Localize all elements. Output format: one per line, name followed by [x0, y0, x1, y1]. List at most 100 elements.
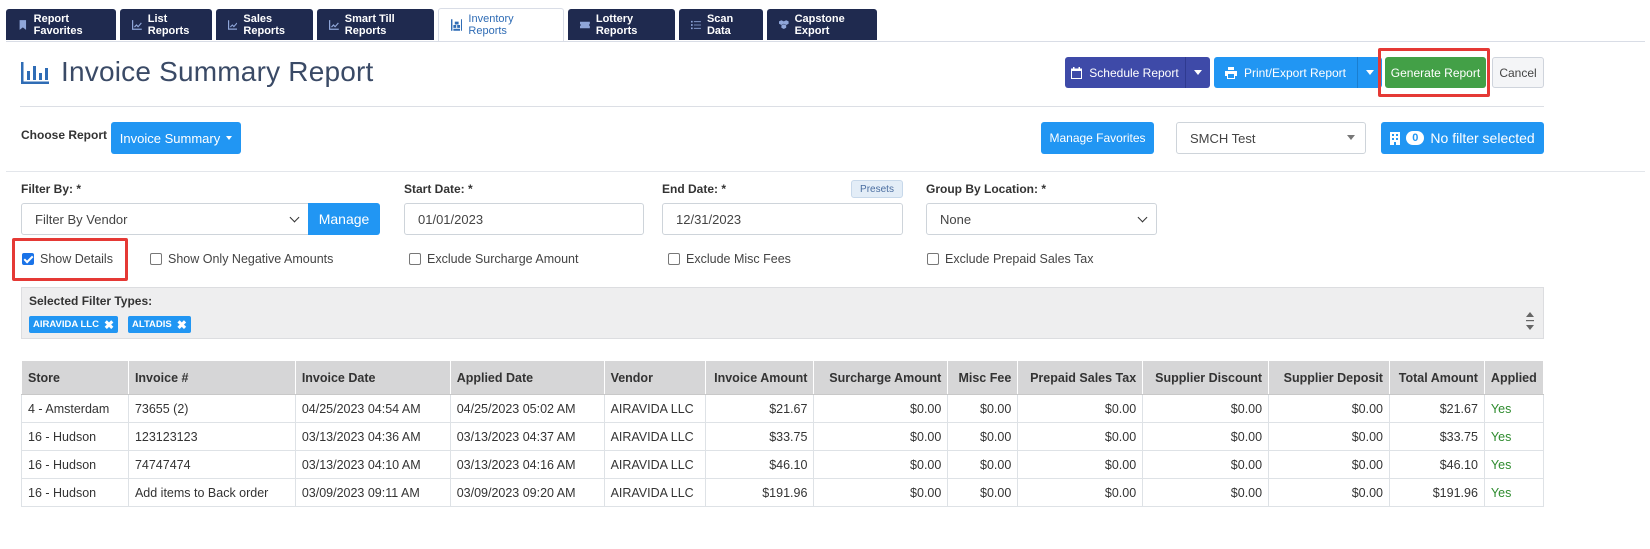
- misc-fee-cell: $0.00: [947, 394, 1019, 423]
- ticket-icon: [580, 21, 590, 28]
- column-header[interactable]: Misc Fee: [947, 360, 1019, 395]
- show-details-checkbox[interactable]: Show Details: [22, 252, 113, 266]
- invoice-amount-cell: $21.67: [704, 394, 815, 423]
- building-icon: [1390, 131, 1401, 145]
- table-row[interactable]: 16 - Hudson 123123123 03/13/2023 04:36 A…: [21, 422, 1545, 451]
- supplier-deposit-cell: $0.00: [1268, 422, 1390, 451]
- vendor-cell: AIRAVIDA LLC: [603, 478, 706, 507]
- tab-inventory-reports[interactable]: Inventory Reports: [438, 8, 564, 41]
- start-date-value: 01/01/2023: [418, 211, 484, 227]
- location-filter-button[interactable]: 0 No filter selected: [1381, 122, 1544, 154]
- vendor-cell: AIRAVIDA LLC: [603, 394, 706, 423]
- column-header[interactable]: Vendor: [603, 360, 706, 395]
- supplier-deposit-cell: $0.00: [1268, 394, 1390, 423]
- column-header[interactable]: Invoice Amount: [704, 360, 815, 395]
- supplier-discount-cell: $0.00: [1142, 422, 1270, 451]
- cancel-button[interactable]: Cancel: [1492, 57, 1544, 88]
- start-date-label: Start Date: *: [404, 182, 473, 196]
- filter-chip[interactable]: AIRAVIDA LLC ✖: [29, 316, 119, 333]
- table-row[interactable]: 16 - Hudson 74747474 03/13/2023 04:10 AM…: [21, 450, 1545, 479]
- applied-cell: Yes: [1483, 478, 1545, 507]
- column-header[interactable]: Applied: [1483, 360, 1545, 395]
- tab-label: Inventory Reports: [468, 13, 514, 37]
- invoice-amount-cell: $46.10: [704, 450, 815, 479]
- invoice-number-cell: 74747474: [127, 450, 296, 479]
- checkbox-label: Exclude Surcharge Amount: [427, 252, 579, 266]
- close-icon[interactable]: ✖: [104, 319, 114, 331]
- store-cell: 16 - Hudson: [21, 422, 129, 451]
- checkbox-unchecked[interactable]: [668, 253, 680, 265]
- tab-lottery-reports[interactable]: Lottery Reports: [568, 9, 675, 40]
- tab-capstone-export[interactable]: Capstone Export: [767, 9, 877, 40]
- show-negative-checkbox[interactable]: Show Only Negative Amounts: [150, 252, 333, 266]
- schedule-report-dropdown-button[interactable]: [1185, 57, 1210, 88]
- close-icon[interactable]: ✖: [177, 319, 187, 331]
- chip-label: ALTADIS: [132, 319, 172, 330]
- page-title: Invoice Summary Report: [61, 56, 374, 87]
- bar-chart-icon: [21, 62, 49, 84]
- column-header[interactable]: Supplier Discount: [1142, 360, 1270, 395]
- prepaid-sales-tax-cell: $0.00: [1017, 478, 1144, 507]
- column-header[interactable]: Surcharge Amount: [813, 360, 949, 395]
- manage-filter-button[interactable]: Manage: [308, 203, 380, 235]
- prepaid-sales-tax-cell: $0.00: [1017, 422, 1144, 451]
- tab-sales-reports[interactable]: Sales Reports: [216, 9, 313, 40]
- store-select[interactable]: SMCH Test: [1176, 122, 1366, 154]
- report-type-dropdown[interactable]: Invoice Summary: [111, 122, 241, 154]
- misc-fee-cell: $0.00: [947, 422, 1019, 451]
- store-cell: 4 - Amsterdam: [21, 394, 129, 423]
- group-by-value: None: [940, 211, 972, 227]
- end-date-input[interactable]: 12/31/2023: [662, 203, 903, 235]
- checkbox-unchecked[interactable]: [409, 253, 421, 265]
- schedule-report-label: Schedule Report: [1089, 65, 1179, 80]
- tab-list-reports[interactable]: List Reports: [120, 9, 212, 40]
- report-tabs: Report Favorites List Reports Sales Repo…: [6, 8, 877, 41]
- column-header[interactable]: Applied Date: [449, 360, 605, 395]
- filter-by-select[interactable]: Filter By Vendor: [21, 203, 309, 235]
- tab-smart-till-reports[interactable]: Smart Till Reports: [317, 9, 434, 40]
- column-header[interactable]: Invoice #: [127, 360, 296, 395]
- chevron-down-icon: [1137, 212, 1148, 223]
- warehouse-icon: [451, 19, 463, 31]
- column-header[interactable]: Invoice Date: [294, 360, 451, 395]
- schedule-report-button[interactable]: Schedule Report: [1065, 57, 1185, 88]
- column-header[interactable]: Supplier Deposit: [1268, 360, 1390, 395]
- applied-cell: Yes: [1483, 422, 1545, 451]
- generate-report-button[interactable]: Generate Report: [1385, 57, 1486, 88]
- supplier-discount-cell: $0.00: [1142, 394, 1270, 423]
- filter-chip[interactable]: ALTADIS ✖: [128, 316, 191, 333]
- tab-label: Report Favorites: [33, 12, 83, 37]
- surcharge-amount-cell: $0.00: [813, 394, 949, 423]
- applied-cell: Yes: [1483, 450, 1545, 479]
- table-row[interactable]: 16 - Hudson Add items to Back order 03/0…: [21, 478, 1545, 507]
- presets-button[interactable]: Presets: [851, 180, 903, 198]
- table-header-row: Store Invoice # Invoice Date Applied Dat…: [21, 360, 1545, 395]
- tab-scan-data[interactable]: Scan Data: [679, 9, 763, 40]
- invoice-date-cell: 04/25/2023 04:54 AM: [294, 394, 451, 423]
- checkbox-unchecked[interactable]: [150, 253, 162, 265]
- tab-report-favorites[interactable]: Report Favorites: [6, 9, 116, 40]
- chip-label: AIRAVIDA LLC: [33, 319, 99, 330]
- checkbox-unchecked[interactable]: [927, 253, 939, 265]
- manage-favorites-button[interactable]: Manage Favorites: [1041, 122, 1154, 154]
- checkbox-checked[interactable]: [22, 253, 34, 265]
- total-amount-cell: $21.67: [1388, 394, 1485, 423]
- exclude-prepaid-tax-checkbox[interactable]: Exclude Prepaid Sales Tax: [927, 252, 1093, 266]
- exclude-misc-fees-checkbox[interactable]: Exclude Misc Fees: [668, 252, 791, 266]
- resize-icon[interactable]: [1525, 312, 1535, 330]
- supplier-discount-cell: $0.00: [1142, 450, 1270, 479]
- group-by-select[interactable]: None: [926, 203, 1157, 235]
- applied-cell: Yes: [1483, 394, 1545, 423]
- selected-filters-label: Selected Filter Types:: [29, 294, 153, 308]
- vendor-cell: AIRAVIDA LLC: [603, 422, 706, 451]
- print-export-button[interactable]: Print/Export Report: [1214, 57, 1357, 88]
- misc-fee-cell: $0.00: [947, 450, 1019, 479]
- applied-date-cell: 03/09/2023 09:20 AM: [449, 478, 605, 507]
- tab-label: List Reports: [147, 12, 190, 37]
- start-date-input[interactable]: 01/01/2023: [404, 203, 644, 235]
- column-header[interactable]: Prepaid Sales Tax: [1017, 360, 1144, 395]
- column-header[interactable]: Total Amount: [1388, 360, 1485, 395]
- exclude-surcharge-checkbox[interactable]: Exclude Surcharge Amount: [409, 252, 578, 266]
- table-row[interactable]: 4 - Amsterdam 73655 (2) 04/25/2023 04:54…: [21, 394, 1545, 423]
- column-header[interactable]: Store: [21, 360, 129, 395]
